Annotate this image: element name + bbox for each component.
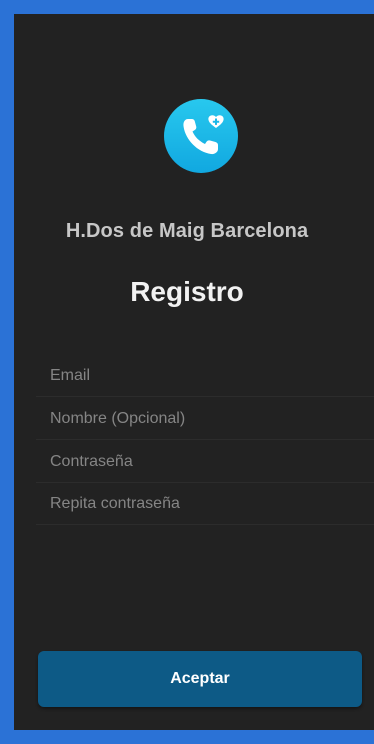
- name-input[interactable]: [50, 399, 370, 439]
- app-logo: [164, 99, 238, 173]
- name-field: [36, 399, 374, 440]
- phone-heart-icon: [183, 115, 224, 155]
- accept-button[interactable]: Aceptar: [38, 651, 362, 707]
- hospital-name: H.Dos de Maig Barcelona: [65, 220, 309, 242]
- page-title: Registro: [130, 276, 244, 307]
- repeat-password-input[interactable]: [50, 484, 370, 524]
- registration-screen: H.Dos de Maig Barcelona Registro Aceptar: [14, 14, 374, 730]
- repeat-password-field: [36, 484, 374, 525]
- password-input[interactable]: [50, 442, 370, 482]
- password-field: [36, 442, 374, 483]
- email-field: [36, 356, 374, 397]
- email-input[interactable]: [50, 356, 370, 396]
